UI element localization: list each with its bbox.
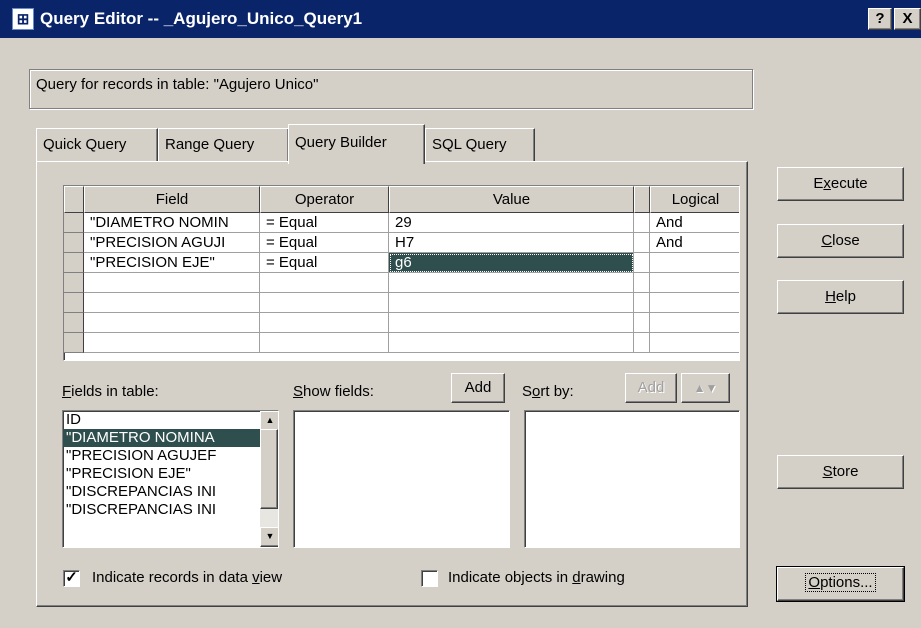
- cell-value[interactable]: [389, 273, 634, 293]
- cell-logical[interactable]: [650, 333, 739, 353]
- list-item[interactable]: "PRECISION AGUJEF: [63, 447, 278, 465]
- row-header[interactable]: [64, 333, 84, 353]
- cell-spacer: [634, 213, 650, 233]
- tab-range-query[interactable]: Range Query: [158, 128, 289, 162]
- sort-by-label: Sort by:: [522, 383, 574, 400]
- cell-field[interactable]: "PRECISION AGUJI: [84, 233, 260, 253]
- scroll-thumb[interactable]: [260, 429, 278, 509]
- cell-field[interactable]: "PRECISION EJE": [84, 253, 260, 273]
- cell-operator[interactable]: = Equal: [260, 253, 389, 273]
- header-logical[interactable]: Logical: [650, 186, 739, 213]
- tab-sql-query[interactable]: SQL Query: [425, 128, 535, 162]
- cell-spacer: [634, 333, 650, 353]
- help-title-button[interactable]: ?: [868, 8, 892, 30]
- cell-spacer: [634, 293, 650, 313]
- row-header[interactable]: [64, 293, 84, 313]
- row-header[interactable]: [64, 213, 84, 233]
- options-button-face: Options...: [777, 567, 904, 601]
- cell-logical[interactable]: [650, 253, 739, 273]
- cell-operator[interactable]: = Equal: [260, 233, 389, 253]
- cell-field[interactable]: [84, 293, 260, 313]
- fields-in-table-list[interactable]: ID "DIAMETRO NOMINA "PRECISION AGUJEF "P…: [62, 410, 279, 548]
- close-button[interactable]: Close: [777, 224, 904, 258]
- cell-logical[interactable]: [650, 293, 739, 313]
- cell-value[interactable]: 29: [389, 213, 634, 233]
- table-label-box: Query for records in table: "Agujero Uni…: [29, 69, 753, 109]
- cell-spacer: [634, 253, 650, 273]
- indicate-objects-label[interactable]: Indicate objects in drawing: [448, 569, 625, 586]
- row-header[interactable]: [64, 253, 84, 273]
- header-value[interactable]: Value: [389, 186, 634, 213]
- cell-logical[interactable]: [650, 313, 739, 333]
- cell-field[interactable]: [84, 333, 260, 353]
- row-header[interactable]: [64, 273, 84, 293]
- cell-spacer: [634, 233, 650, 253]
- cell-value-selected[interactable]: g6: [389, 253, 634, 273]
- cell-logical[interactable]: And: [650, 213, 739, 233]
- title-bar: ⊞ Query Editor -- _Agujero_Unico_Query1: [0, 0, 921, 38]
- indicate-records-label[interactable]: Indicate records in data view: [92, 569, 282, 586]
- cell-logical[interactable]: And: [650, 233, 739, 253]
- cell-operator[interactable]: = Equal: [260, 213, 389, 233]
- sort-by-list[interactable]: [524, 410, 740, 548]
- grid-corner: [64, 186, 84, 213]
- close-title-button[interactable]: X: [894, 8, 921, 30]
- cell-field[interactable]: [84, 273, 260, 293]
- cell-spacer: [634, 273, 650, 293]
- help-button[interactable]: Help: [777, 280, 904, 314]
- query-grid[interactable]: Field Operator Value Logical "DIAMETRO N…: [63, 185, 740, 361]
- sort-by-add-button[interactable]: Add: [625, 373, 677, 403]
- indicate-records-checkbox[interactable]: ✓: [63, 570, 80, 587]
- cell-field[interactable]: "DIAMETRO NOMIN: [84, 213, 260, 233]
- options-button-label: Options...: [805, 573, 876, 592]
- cell-operator[interactable]: [260, 313, 389, 333]
- list-item[interactable]: "DISCREPANCIAS INI: [63, 483, 278, 501]
- row-header[interactable]: [64, 233, 84, 253]
- sort-order-icon[interactable]: ▲▼: [681, 373, 730, 403]
- cell-value[interactable]: H7: [389, 233, 634, 253]
- row-header[interactable]: [64, 313, 84, 333]
- header-field[interactable]: Field: [84, 186, 260, 213]
- cell-operator[interactable]: [260, 293, 389, 313]
- cell-value[interactable]: [389, 293, 634, 313]
- table-label: Query for records in table: "Agujero Uni…: [36, 76, 319, 93]
- cell-operator[interactable]: [260, 333, 389, 353]
- list-item[interactable]: ID: [63, 411, 278, 429]
- list-item[interactable]: "PRECISION EJE": [63, 465, 278, 483]
- cell-spacer: [634, 313, 650, 333]
- app-icon: ⊞: [12, 8, 34, 30]
- list-item-selected[interactable]: "DIAMETRO NOMINA: [63, 429, 278, 447]
- cell-logical[interactable]: [650, 273, 739, 293]
- window-title: Query Editor -- _Agujero_Unico_Query1: [40, 9, 363, 28]
- options-button[interactable]: Options...: [776, 566, 905, 602]
- show-fields-add-button[interactable]: Add: [451, 373, 505, 403]
- store-button[interactable]: Store: [777, 455, 904, 489]
- cell-value[interactable]: [389, 313, 634, 333]
- show-fields-list[interactable]: [293, 410, 510, 548]
- cell-operator[interactable]: [260, 273, 389, 293]
- execute-button[interactable]: Execute: [777, 167, 904, 201]
- header-spacer: [634, 186, 650, 213]
- scroll-up-arrow-icon[interactable]: ▲: [260, 411, 278, 431]
- header-operator[interactable]: Operator: [260, 186, 389, 213]
- cell-field[interactable]: [84, 313, 260, 333]
- scroll-down-arrow-icon[interactable]: ▼: [260, 527, 278, 547]
- fields-in-table-label: Fields in table:: [62, 383, 159, 400]
- fields-list-scrollbar[interactable]: ▲ ▼: [260, 411, 278, 547]
- indicate-objects-checkbox[interactable]: [421, 570, 438, 587]
- show-fields-label: Show fields:: [293, 383, 374, 400]
- list-item[interactable]: "DISCREPANCIAS INI: [63, 501, 278, 519]
- cell-value[interactable]: [389, 333, 634, 353]
- tab-quick-query[interactable]: Quick Query: [36, 128, 158, 162]
- tab-query-builder[interactable]: Query Builder: [288, 124, 425, 164]
